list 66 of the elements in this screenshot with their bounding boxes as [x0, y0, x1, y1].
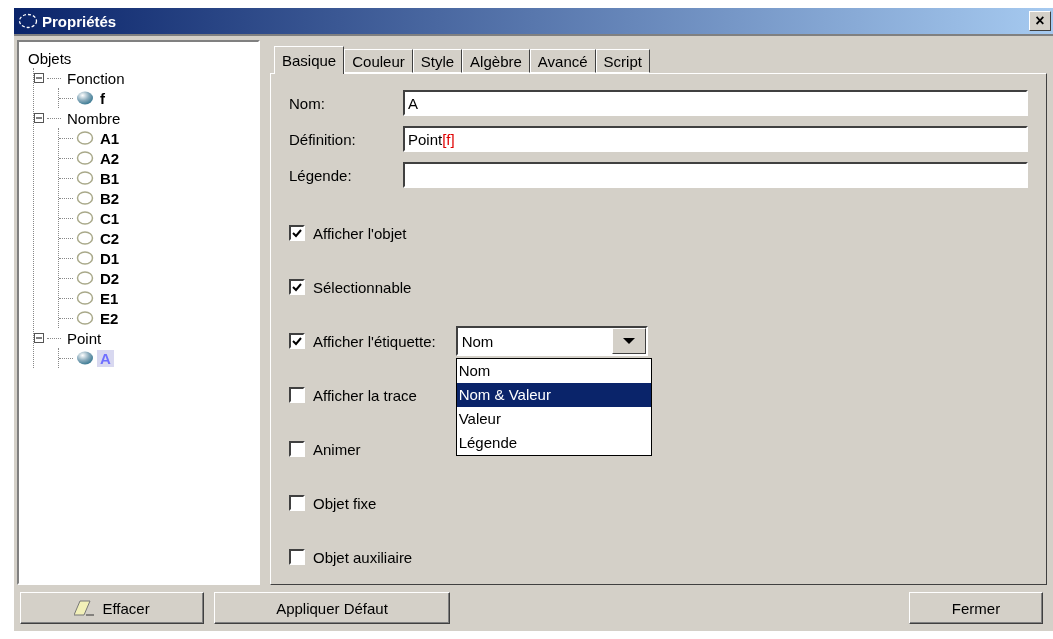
hollow-circle-icon [76, 291, 94, 305]
tree-leaf[interactable]: E2 [97, 309, 122, 327]
hollow-circle-icon [76, 251, 94, 265]
field-label: Nom: [289, 94, 326, 112]
input-field[interactable]: A [403, 90, 1028, 116]
field-label: Légende: [289, 166, 353, 184]
checkbox[interactable] [289, 441, 305, 457]
tree-root[interactable]: Objets [25, 49, 75, 67]
hollow-circle-icon [76, 191, 94, 205]
collapse-toggle[interactable] [34, 333, 44, 343]
tree-leaf[interactable]: B2 [97, 189, 123, 207]
hollow-circle-icon [76, 171, 94, 185]
tree-leaf[interactable]: A1 [97, 129, 123, 147]
checkbox-label: Sélectionnable [313, 278, 412, 296]
tree-node[interactable]: Nombre [64, 109, 124, 127]
action-button[interactable]: Fermer [909, 592, 1043, 624]
tab[interactable]: Couleur [344, 49, 413, 73]
hollow-circle-icon [76, 131, 94, 145]
tab[interactable]: Avancé [529, 49, 596, 73]
tab[interactable]: Algèbre [462, 49, 530, 73]
input-field[interactable]: Point[f] [403, 126, 1028, 152]
minus-icon [36, 337, 42, 339]
checkbox[interactable] [289, 549, 305, 565]
checkbox-label: Afficher l'objet [313, 224, 407, 242]
checkbox[interactable] [289, 495, 305, 511]
hollow-circle-icon [76, 231, 94, 245]
checkbox[interactable] [289, 279, 305, 295]
collapse-toggle[interactable] [34, 113, 44, 123]
hollow-circle-icon [76, 151, 94, 165]
collapse-toggle[interactable] [34, 73, 44, 83]
close-button[interactable]: × [1029, 11, 1051, 31]
tab[interactable]: Style [412, 49, 463, 73]
checkbox-label: Afficher la trace [313, 386, 417, 404]
tree-leaf[interactable]: D1 [97, 249, 123, 267]
hollow-circle-icon [76, 271, 94, 285]
tab[interactable]: Script [595, 49, 650, 73]
checkbox-label: Animer [313, 440, 361, 458]
minus-icon [36, 117, 42, 119]
tree-leaf[interactable]: E1 [97, 289, 122, 307]
dropdown-option[interactable]: Nom & Valeur [456, 383, 651, 407]
checkbox[interactable] [289, 387, 305, 403]
action-button[interactable]: Effacer [20, 592, 204, 624]
tree-node[interactable]: Point [64, 329, 105, 347]
tree-node[interactable]: Fonction [64, 69, 128, 87]
hollow-circle-icon [76, 211, 94, 225]
tree-leaf[interactable]: C2 [97, 229, 123, 247]
input-field[interactable] [403, 162, 1028, 188]
checkbox-label: Objet fixe [313, 494, 377, 512]
tree-leaf[interactable]: B1 [97, 169, 123, 187]
tree-leaf[interactable]: D2 [97, 269, 123, 287]
checkbox-label: Afficher l'étiquette: [313, 332, 436, 350]
action-button[interactable]: Appliquer Défaut [214, 592, 450, 624]
sphere-icon [76, 351, 94, 365]
tree-leaf[interactable]: C1 [97, 209, 123, 227]
hollow-circle-icon [76, 311, 94, 325]
checkbox[interactable] [289, 333, 305, 349]
checkbox[interactable] [289, 225, 305, 241]
tree-leaf[interactable]: f [97, 89, 108, 107]
tree-leaf[interactable]: A2 [97, 149, 123, 167]
sphere-icon [76, 91, 94, 105]
tab[interactable]: Basique [274, 46, 345, 74]
field-label: Définition: [289, 130, 357, 148]
checkbox-label: Objet auxiliaire [313, 548, 413, 566]
window-title: Propriétés [42, 12, 118, 30]
minus-icon [36, 77, 42, 79]
ellipse-icon [18, 13, 38, 29]
